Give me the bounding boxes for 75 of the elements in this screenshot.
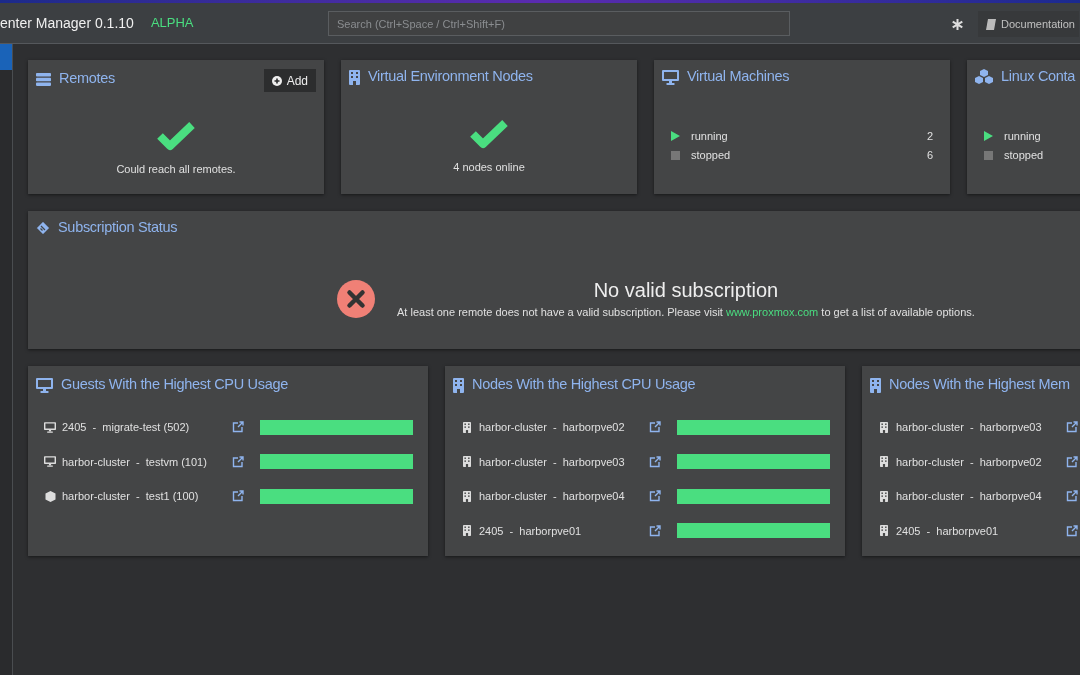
external-link-icon[interactable] [649,490,661,503]
resource-label: 2405 - migrate-test (502) [62,420,191,435]
building-icon [463,490,471,502]
status-message: Could reach all remotes. [116,162,236,177]
card-title: Linux Conta [1001,67,1076,87]
proxmox-link[interactable]: www.proxmox.com [725,306,819,318]
external-link-icon[interactable] [649,524,661,537]
stop-square-icon [671,150,680,160]
app-title: enter Manager 0.1.10 [0,13,134,33]
external-link-icon[interactable] [649,421,661,434]
external-link-icon[interactable] [232,421,244,434]
external-link-icon[interactable] [232,490,244,503]
building-icon [453,377,464,393]
card-title: Nodes With the Highest Mem [889,375,1070,395]
status-message: 4 nodes online [453,160,525,175]
resource-label: harbor-cluster - harborpve04 [896,489,1043,504]
theme-toggle-icon[interactable] [952,19,963,30]
external-link-icon[interactable] [1066,455,1078,468]
resource-label: harbor-cluster - test1 (100) [62,489,200,504]
checkmark-icon [157,121,195,151]
error-x-icon [337,280,375,319]
monitor-icon [44,456,56,468]
ticket-icon [36,221,50,235]
monitor-icon [662,69,679,85]
subscription-message: At least one remote does not have a valid subscription. Please visit www.proxmox.com to get a list of available options. [397,305,975,320]
building-icon [463,456,471,468]
documentation-button[interactable]: Documentation [978,11,1079,37]
card-title: Subscription Status [58,218,178,238]
resource-label: harbor-cluster - harborpve02 [479,420,626,435]
guest-state-label: stopped [1004,147,1044,163]
card-title: Remotes [59,69,115,89]
monitor-icon [44,421,56,433]
guest-state-label: running [691,128,728,144]
building-icon [880,490,888,502]
resource-label: harbor-cluster - harborpve03 [479,454,626,470]
building-icon [463,421,471,433]
book-icon [986,18,996,30]
cube-icon [44,490,56,502]
card-title: Guests With the Highest CPU Usage [61,375,289,395]
external-link-icon[interactable] [1066,421,1078,434]
resource-label: 2405 - harborpve01 [479,523,583,539]
plus-circle-icon [271,75,282,86]
resource-label: harbor-cluster - harborpve02 [896,454,1043,470]
card-title: Virtual Environment Nodes [368,67,533,87]
external-link-icon[interactable] [1066,490,1078,503]
guest-count: 2 [926,128,933,144]
server-stack-icon [36,72,51,86]
resource-label: harbor-cluster - harborpve04 [479,489,626,504]
guest-count: 6 [926,147,933,163]
checkmark-icon [470,119,508,149]
card-title: Nodes With the Highest CPU Usage [472,375,696,395]
play-icon [671,131,680,141]
guest-state-label: running [1004,128,1041,144]
building-icon [349,69,360,85]
building-icon [870,377,881,393]
building-icon [880,525,888,537]
add-button[interactable]: Add [263,69,316,92]
alpha-label: ALPHA [150,14,194,33]
building-icon [463,525,471,537]
external-link-icon[interactable] [649,455,661,468]
card-title: Virtual Machines [687,67,790,87]
search-field[interactable]: Search (Ctrl+Space / Ctrl+Shift+F) [328,11,790,36]
guest-state-label: stopped [691,147,731,163]
monitor-icon [36,377,53,393]
subscription-heading: No valid subscription [593,278,779,302]
resource-label: harbor-cluster - harborpve03 [896,420,1043,435]
external-link-icon[interactable] [1066,524,1078,537]
resource-label: harbor-cluster - testvm (101) [62,454,208,470]
cubes-icon [975,69,993,85]
building-icon [880,421,888,433]
resource-label: 2405 - harborpve01 [896,523,1000,539]
play-icon [984,131,993,141]
external-link-icon[interactable] [232,455,244,468]
stop-square-icon [984,150,993,160]
building-icon [880,456,888,468]
